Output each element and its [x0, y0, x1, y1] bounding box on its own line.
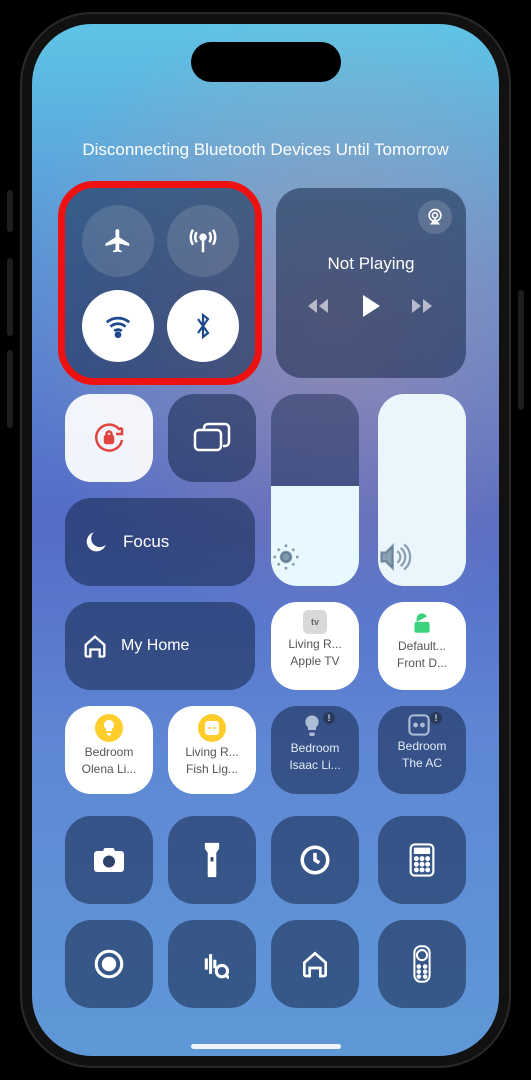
home-tile-outlet-1[interactable]: Living R... Fish Lig... [168, 706, 256, 794]
tile-line2: The AC [384, 757, 460, 770]
home-indicator[interactable] [191, 1044, 341, 1049]
rewind-button[interactable] [308, 297, 332, 315]
wifi-toggle[interactable] [82, 290, 154, 362]
brightness-slider[interactable] [271, 394, 359, 586]
timer-icon [298, 843, 332, 877]
remote-icon [413, 945, 431, 983]
now-playing-label: Not Playing [290, 254, 452, 274]
play-button[interactable] [360, 294, 382, 318]
volume-slider[interactable] [378, 394, 466, 586]
alert-badge-icon: ! [430, 712, 442, 724]
home-icon [81, 632, 109, 660]
power-button [518, 290, 524, 410]
shazam-icon [195, 947, 229, 981]
volume-down-button [7, 258, 13, 336]
tile-line2: Fish Lig... [174, 763, 250, 776]
tile-line1: Bedroom [277, 742, 353, 755]
mirroring-icon [193, 422, 231, 454]
calculator-shortcut[interactable] [378, 816, 466, 904]
airplane-mode-toggle[interactable] [82, 205, 154, 277]
remote-shortcut[interactable] [378, 920, 466, 1008]
focus-button[interactable]: Focus [65, 498, 255, 586]
timer-shortcut[interactable] [271, 816, 359, 904]
rotation-lock-icon [89, 418, 129, 458]
phone-frame: Disconnecting Bluetooth Devices Until To… [22, 14, 509, 1066]
music-recognition-shortcut[interactable] [168, 920, 256, 1008]
volume-up-button [7, 190, 13, 232]
home-tile-line1: Living R... [277, 638, 353, 651]
flashlight-icon [202, 841, 222, 879]
home-tile-lock[interactable]: Default... Front D... [378, 602, 466, 690]
home-tile-bulb-1[interactable]: Bedroom Olena Li... [65, 706, 153, 794]
screen-record-shortcut[interactable] [65, 920, 153, 1008]
home-app-shortcut[interactable] [271, 920, 359, 1008]
tile-line2: Olena Li... [71, 763, 147, 776]
outlet-icon [408, 714, 430, 736]
alert-badge-icon: ! [323, 712, 335, 724]
home-tile-line2: Apple TV [277, 655, 353, 668]
forward-button[interactable] [410, 297, 434, 315]
cellular-data-toggle[interactable] [167, 205, 239, 277]
control-center: Not Playing Focus My Home [65, 188, 466, 1024]
speaker-icon [378, 542, 466, 572]
calculator-icon [409, 843, 435, 877]
focus-label: Focus [123, 532, 169, 552]
outlet-icon [198, 714, 226, 742]
connectivity-module[interactable] [65, 188, 255, 378]
airplane-icon [103, 226, 133, 256]
my-home-label: My Home [121, 637, 189, 655]
dynamic-island [191, 42, 341, 82]
tile-line2: Isaac Li... [277, 759, 353, 772]
moon-icon [83, 529, 109, 555]
airplay-icon [425, 207, 445, 227]
screen-mirroring-button[interactable] [168, 394, 256, 482]
side-button [7, 350, 13, 428]
home-tile-line2: Front D... [384, 657, 460, 670]
bulb-icon [95, 714, 123, 742]
appletv-icon: tv [303, 610, 327, 634]
bluetooth-toggle[interactable] [167, 290, 239, 362]
my-home-button[interactable]: My Home [65, 602, 255, 690]
bluetooth-icon [191, 311, 215, 341]
bulb-icon [301, 714, 323, 738]
airplay-button[interactable] [418, 200, 452, 234]
tile-line1: Living R... [174, 746, 250, 759]
home-tile-outlet-2[interactable]: ! Bedroom The AC [378, 706, 466, 794]
tile-line1: Bedroom [384, 740, 460, 753]
screen: Disconnecting Bluetooth Devices Until To… [32, 24, 499, 1056]
status-banner: Disconnecting Bluetooth Devices Until To… [32, 140, 499, 160]
media-module[interactable]: Not Playing [276, 188, 466, 378]
wifi-icon [103, 311, 133, 341]
record-icon [92, 947, 126, 981]
unlock-icon [409, 610, 435, 636]
tile-line1: Bedroom [71, 746, 147, 759]
orientation-lock-toggle[interactable] [65, 394, 153, 482]
camera-shortcut[interactable] [65, 816, 153, 904]
sun-icon [271, 542, 359, 572]
home-tile-bulb-2[interactable]: ! Bedroom Isaac Li... [271, 706, 359, 794]
flashlight-shortcut[interactable] [168, 816, 256, 904]
home-tile-appletv[interactable]: tv Living R... Apple TV [271, 602, 359, 690]
home-icon [299, 948, 331, 980]
antenna-icon [188, 226, 218, 256]
home-tile-line1: Default... [384, 640, 460, 653]
camera-icon [91, 845, 127, 875]
